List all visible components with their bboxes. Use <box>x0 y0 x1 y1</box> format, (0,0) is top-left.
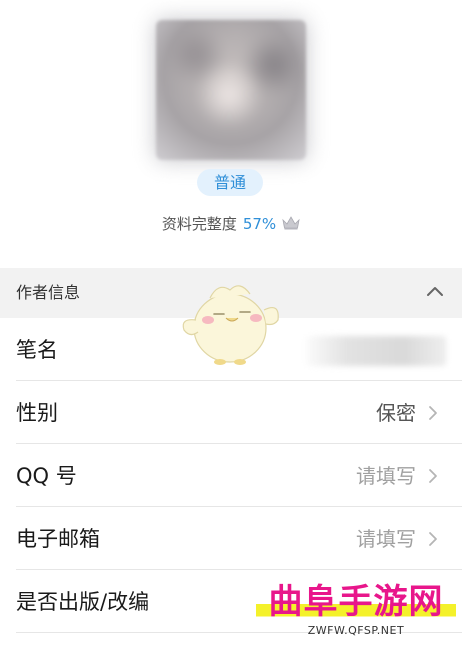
watermark-title: 曲阜手游网 <box>256 584 456 620</box>
gender-value: 保密 <box>376 401 416 425</box>
completion-label: 资料完整度 <box>161 215 237 233</box>
gender-label: 性别 <box>16 401 58 425</box>
pen-name-value-blurred <box>306 336 446 366</box>
row-email[interactable]: 电子邮箱 请填写 <box>0 507 462 570</box>
qq-label: QQ 号 <box>16 464 77 488</box>
watermark-url: ZWFW.QFSP.NET <box>307 624 405 637</box>
chevron-right-icon <box>429 532 437 546</box>
chevron-up-icon[interactable] <box>425 284 445 298</box>
qq-value: 请填写 <box>356 464 416 488</box>
mascot-sticker <box>182 285 279 365</box>
avatar[interactable] <box>156 20 306 160</box>
chevron-right-icon <box>429 406 437 420</box>
completion-percent: 57% <box>242 215 277 233</box>
row-qq[interactable]: QQ 号 请填写 <box>0 444 462 507</box>
published-adapted-label: 是否出版/改编 <box>16 590 150 614</box>
watermark: 曲阜手游网 ZWFW.QFSP.NET <box>256 584 456 640</box>
profile-completion: 资料完整度 57% <box>0 213 462 235</box>
profile-header: 普通 资料完整度 57% <box>0 0 462 268</box>
row-gender[interactable]: 性别 保密 <box>0 381 462 444</box>
level-badge: 普通 <box>197 169 263 196</box>
crown-icon <box>282 214 300 230</box>
email-label: 电子邮箱 <box>16 527 100 551</box>
email-value: 请填写 <box>356 527 416 551</box>
chevron-right-icon <box>429 469 437 483</box>
section-title: 作者信息 <box>16 283 81 302</box>
pen-name-label: 笔名 <box>16 338 58 362</box>
